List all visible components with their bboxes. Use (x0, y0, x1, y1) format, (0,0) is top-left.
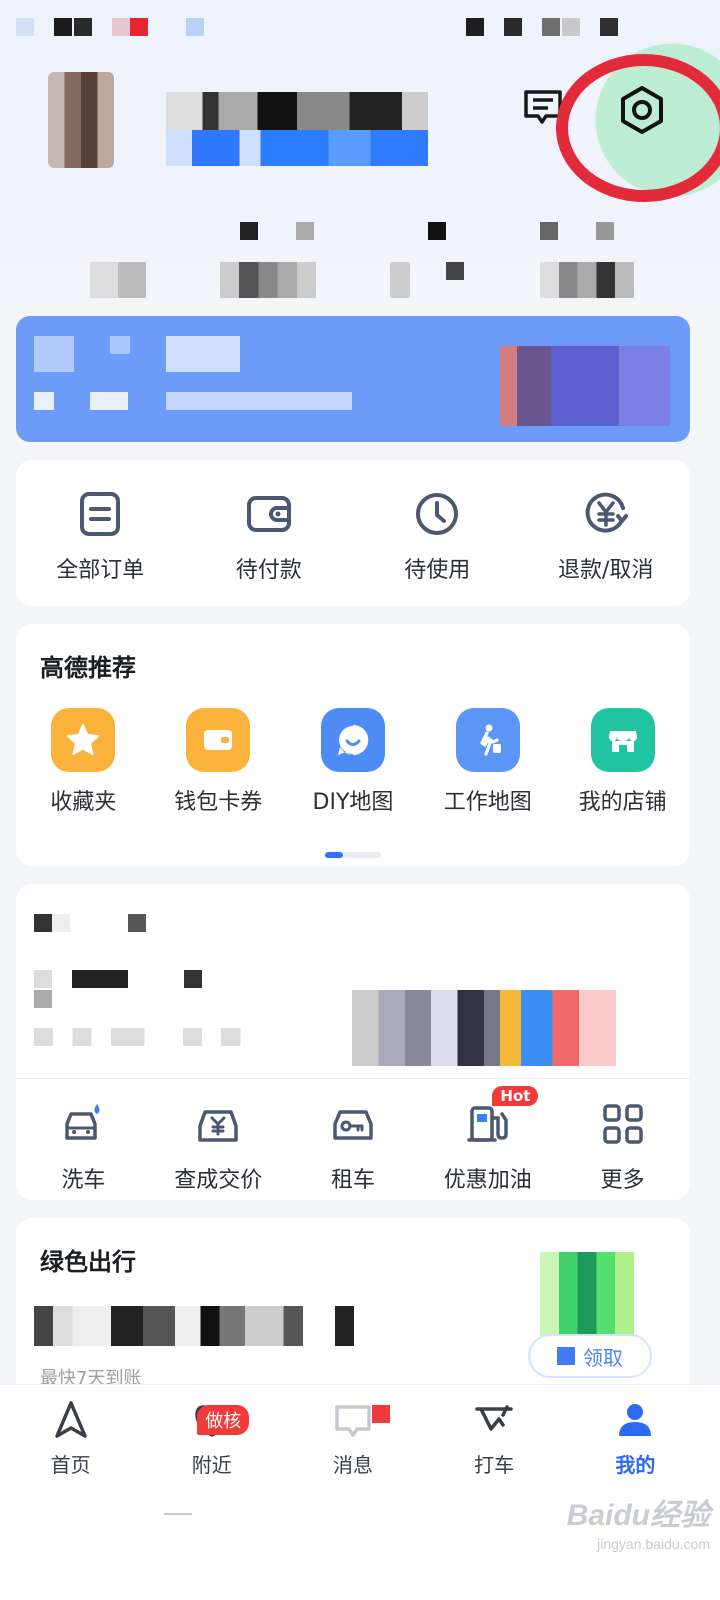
car-rental-icon (327, 1098, 379, 1150)
car-info-redacted[interactable] (34, 914, 654, 1066)
car-price-icon (192, 1098, 244, 1150)
user-name-redacted[interactable] (166, 92, 428, 166)
taxi-icon (475, 1405, 513, 1431)
tab-nearby[interactable]: 做核 附近 (141, 1399, 282, 1478)
all-orders-button[interactable]: 全部订单 (16, 488, 185, 584)
to-use-label: 待使用 (404, 558, 471, 583)
car-rental-button[interactable]: 租车 (286, 1098, 421, 1194)
gesture-indicator (164, 1513, 192, 1515)
tab-home[interactable]: 首页 (0, 1399, 141, 1478)
my-store-label: 我的店铺 (578, 790, 667, 815)
more-services-label: 更多 (600, 1168, 645, 1193)
walker-icon (455, 708, 520, 772)
page-indicator (325, 852, 381, 858)
refund-cancel-label: 退款/取消 (558, 558, 654, 583)
settings-hexagon-icon[interactable] (616, 84, 668, 136)
tab-messages[interactable]: 消息 (282, 1399, 423, 1478)
baidu-jingyan-watermark: Baidu经验 jingyan.baidu.com (540, 1490, 710, 1560)
tab-mine-label: 我的 (615, 1453, 656, 1477)
tab-nearby-label: 附近 (191, 1453, 232, 1477)
car-rental-label: 租车 (330, 1168, 375, 1193)
message-unread-dot (372, 1405, 391, 1423)
member-banner-redacted[interactable] (16, 316, 690, 442)
order-list-icon (74, 488, 126, 540)
favorites-label: 收藏夹 (50, 790, 117, 815)
profile-header (0, 0, 720, 320)
nearby-badge: 做核 (197, 1405, 250, 1435)
tab-home-label: 首页 (50, 1453, 91, 1477)
recommend-card: 高德推荐 收藏夹 钱包卡券 DIY地图 工作地图 我的店铺 (16, 624, 690, 866)
wallet-card-icon (186, 708, 251, 772)
orders-card: 全部订单 待付款 待使用 退款/取消 (16, 460, 690, 606)
recommend-title: 高德推荐 (40, 654, 136, 682)
stats-redacted-row-2 (90, 262, 650, 298)
clock-icon (411, 488, 463, 540)
wallet-icon (243, 488, 295, 540)
tab-taxi[interactable]: 打车 (424, 1399, 565, 1478)
car-price-button[interactable]: 查成交价 (151, 1098, 286, 1194)
smile-bubble-icon (320, 708, 385, 772)
green-travel-desc-redacted (34, 1306, 354, 1346)
watermark-line1: Baidu经验 (566, 1499, 710, 1532)
reward-illustration-redacted (540, 1252, 634, 1338)
collect-button-label: 领取 (583, 1345, 623, 1370)
favorites-button[interactable]: 收藏夹 (16, 708, 151, 816)
green-travel-title: 绿色出行 (40, 1248, 136, 1276)
collect-button[interactable]: 领取 (528, 1334, 652, 1378)
car-price-label: 查成交价 (174, 1168, 263, 1193)
hot-badge: Hot (492, 1086, 539, 1106)
refund-cancel-button[interactable]: 退款/取消 (522, 488, 691, 584)
fuel-discount-label: 优惠加油 (443, 1168, 532, 1193)
car-services-card: 洗车 查成交价 租车 Hot 优惠加油 更多 (16, 884, 690, 1200)
diy-map-button[interactable]: DIY地图 (286, 708, 421, 816)
status-bar (16, 18, 706, 36)
work-map-label: 工作地图 (443, 790, 532, 815)
tab-messages-label: 消息 (332, 1453, 373, 1477)
car-wash-button[interactable]: 洗车 (16, 1098, 151, 1194)
tab-taxi-label: 打车 (474, 1453, 515, 1477)
all-orders-label: 全部订单 (56, 558, 145, 583)
wallet-cards-label: 钱包卡券 (174, 790, 263, 815)
pending-payment-button[interactable]: 待付款 (185, 488, 354, 584)
refund-yen-icon (580, 488, 632, 540)
collect-button-icon (557, 1347, 575, 1365)
my-store-button[interactable]: 我的店铺 (555, 708, 690, 816)
user-icon (619, 1404, 652, 1436)
car-wash-icon (57, 1098, 109, 1150)
star-icon (51, 708, 116, 772)
message-icon (335, 1405, 371, 1437)
pending-payment-label: 待付款 (235, 558, 302, 583)
avatar[interactable] (48, 72, 114, 168)
work-map-button[interactable]: 工作地图 (420, 708, 555, 816)
car-wash-label: 洗车 (61, 1168, 106, 1193)
grid-more-icon (597, 1098, 649, 1150)
stats-redacted-row (90, 222, 650, 242)
watermark-line2: jingyan.baidu.com (597, 1536, 710, 1552)
store-icon (590, 708, 655, 772)
to-use-button[interactable]: 待使用 (353, 488, 522, 584)
tab-mine[interactable]: 我的 (565, 1399, 706, 1478)
wallet-cards-button[interactable]: 钱包卡券 (151, 708, 286, 816)
fuel-discount-button[interactable]: Hot 优惠加油 (420, 1086, 555, 1194)
diy-map-label: DIY地图 (312, 790, 394, 815)
navigate-arrow-icon (54, 1401, 87, 1438)
more-services-button[interactable]: 更多 (555, 1098, 690, 1194)
